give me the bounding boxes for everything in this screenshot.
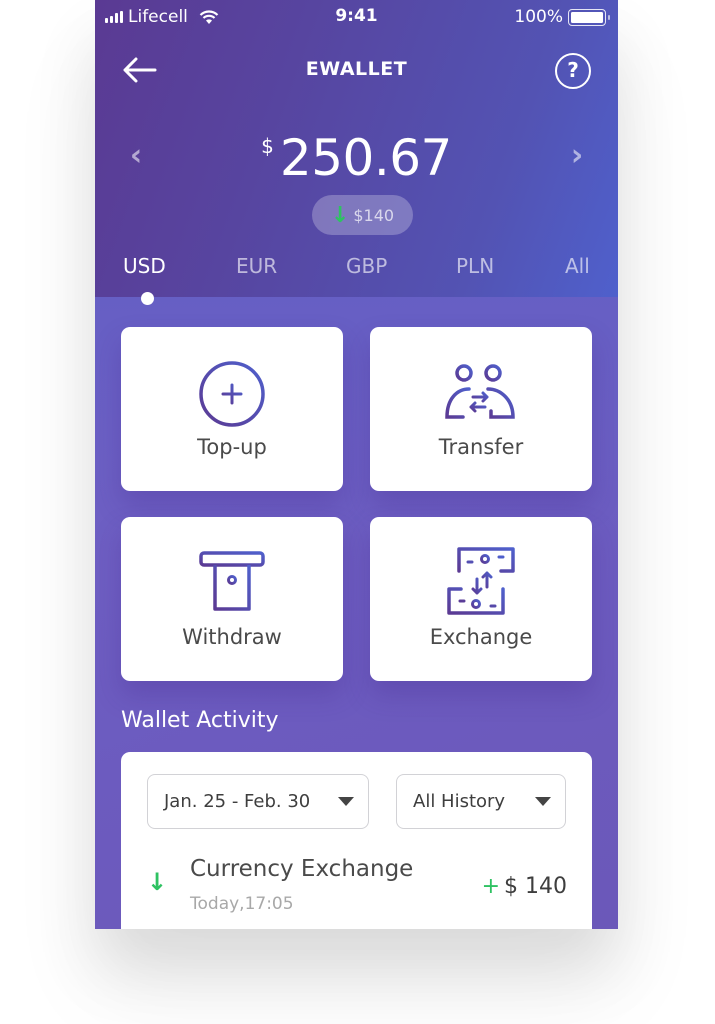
tab-gbp[interactable]: GBP — [346, 254, 387, 278]
tab-usd[interactable]: USD — [123, 254, 166, 278]
transaction-amount: + $ 140 — [482, 874, 567, 899]
date-range-value: Jan. 25 - Feb. 30 — [164, 791, 311, 812]
transaction-time: Today,17:05 — [190, 894, 294, 914]
exchange-label: Exchange — [429, 625, 533, 649]
tab-all[interactable]: All — [565, 254, 590, 278]
nav-bar: EWALLET ? — [95, 48, 618, 92]
transaction-amount-value: $ 140 — [504, 874, 567, 899]
help-button[interactable]: ? — [555, 53, 591, 89]
page-title: EWALLET — [305, 58, 408, 80]
chevron-right-icon: › — [570, 138, 584, 173]
date-range-dropdown[interactable]: Jan. 25 - Feb. 30 — [147, 774, 369, 829]
arrow-down-icon: ↓ — [147, 868, 168, 896]
withdraw-button[interactable]: Withdraw — [121, 517, 343, 681]
top-up-button[interactable]: Top-up — [121, 327, 343, 491]
history-type-dropdown[interactable]: All History — [396, 774, 566, 829]
arrow-down-icon: ↓ — [330, 202, 350, 228]
exchange-button[interactable]: Exchange — [370, 517, 592, 681]
wallet-activity-title: Wallet Activity — [121, 708, 279, 733]
exchange-bills-icon — [447, 547, 515, 615]
balance-amount: 250.67 — [279, 129, 452, 187]
transaction-sign: + — [481, 874, 501, 899]
withdraw-label: Withdraw — [182, 625, 282, 649]
top-up-label: Top-up — [197, 435, 267, 459]
status-bar: Lifecell 9:41 100% — [95, 0, 618, 36]
battery-icon — [568, 8, 610, 26]
atm-withdraw-icon — [199, 551, 265, 611]
history-type-value: All History — [413, 791, 506, 812]
balance-change-badge: ↓ $140 — [312, 195, 413, 235]
tab-pln[interactable]: PLN — [456, 254, 494, 278]
caret-down-icon — [338, 797, 354, 806]
plus-circle-icon — [199, 361, 265, 427]
currency-symbol: $ — [261, 134, 274, 158]
next-wallet-button[interactable]: › — [563, 141, 591, 172]
tab-eur[interactable]: EUR — [236, 254, 277, 278]
question-circle-icon: ? — [567, 58, 579, 82]
wallet-activity-panel: Jan. 25 - Feb. 30 All History ↓ Currency… — [121, 752, 592, 929]
transfer-users-icon — [445, 364, 515, 419]
active-tab-indicator — [141, 292, 154, 305]
battery-percent: 100% — [514, 7, 563, 27]
caret-down-icon — [535, 797, 551, 806]
transfer-label: Transfer — [438, 435, 524, 459]
balance-display: ‹ $250.67 › — [95, 128, 618, 192]
phone-screen: Lifecell 9:41 100% EWALLET ? ‹ $250.67 ›… — [95, 0, 618, 929]
transfer-button[interactable]: Transfer — [370, 327, 592, 491]
currency-tabs: USD EUR GBP PLN All — [95, 254, 618, 286]
transaction-name: Currency Exchange — [190, 856, 414, 882]
transaction-row[interactable]: ↓ Currency Exchange Today,17:05 + $ 140 — [121, 850, 592, 920]
balance-change-amount: $140 — [353, 205, 395, 225]
